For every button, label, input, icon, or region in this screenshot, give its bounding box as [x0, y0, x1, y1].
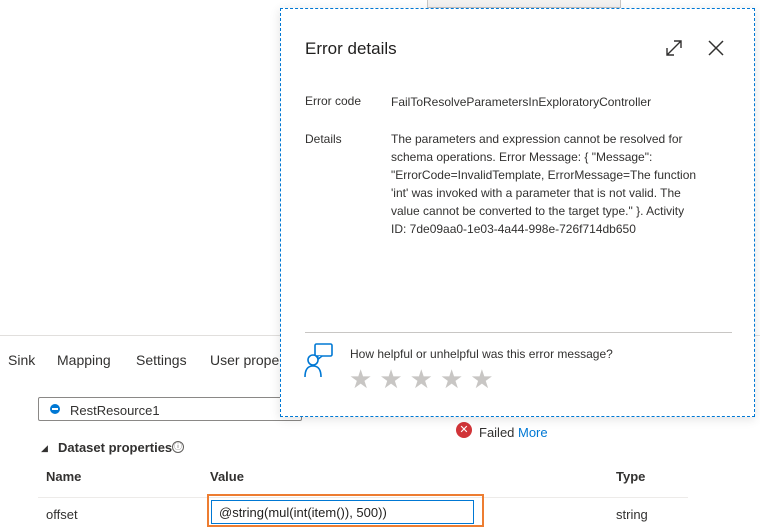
star-2-icon[interactable]: ★ [379, 365, 402, 395]
details-line: 'int' was invoked with a parameter that … [391, 186, 681, 200]
star-1-icon[interactable]: ★ [349, 365, 372, 395]
collapse-caret-icon[interactable]: ◢ [41, 443, 48, 454]
star-5-icon[interactable]: ★ [470, 365, 493, 395]
column-header-name: Name [46, 469, 82, 484]
dataset-select[interactable]: RestResource1 [38, 397, 302, 421]
star-rating: ★ ★ ★ ★ ★ [349, 365, 494, 395]
details-label: Details [305, 132, 342, 146]
feedback-person-icon [304, 342, 334, 378]
status-more-link[interactable]: More [518, 425, 548, 440]
tab-settings[interactable]: Settings [136, 352, 187, 368]
details-line: ID: 7de09aa0-1e03-4a44-998e-726f714db650 [391, 222, 636, 236]
info-icon[interactable]: ⓘ [172, 441, 184, 453]
property-type: string [616, 507, 648, 522]
tab-mapping[interactable]: Mapping [57, 352, 111, 368]
dialog-divider [305, 332, 732, 333]
dataset-icon [50, 404, 60, 414]
tab-user-properties[interactable]: User prope [210, 352, 279, 368]
error-code-label: Error code [305, 94, 362, 108]
dialog-title: Error details [305, 39, 397, 58]
expand-icon[interactable] [663, 37, 685, 59]
star-3-icon[interactable]: ★ [410, 365, 433, 395]
details-text: The parameters and expression cannot be … [391, 130, 726, 238]
error-code-value: FailToResolveParametersInExploratoryCont… [391, 95, 652, 109]
feedback-question: How helpful or unhelpful was this error … [350, 347, 613, 361]
tab-sink[interactable]: Sink [8, 352, 35, 368]
section-title[interactable]: Dataset properties [58, 440, 172, 455]
details-line: schema operations. Error Message: { "Mes… [391, 150, 653, 164]
details-line: The parameters and expression cannot be … [391, 132, 683, 146]
dataset-selected-value: RestResource1 [70, 403, 160, 418]
close-icon[interactable] [705, 37, 727, 59]
status-text: Failed [479, 425, 515, 440]
toolbar-fragment [427, 0, 621, 8]
error-details-dialog: Error details Error code FailToResolvePa… [280, 8, 755, 417]
property-name: offset [46, 507, 78, 522]
error-circle-icon: ✕ [456, 422, 472, 438]
details-line: value cannot be converted to the target … [391, 204, 685, 218]
property-value-input[interactable]: @string(mul(int(item()), 500)) [211, 500, 474, 524]
column-header-type: Type [616, 469, 646, 484]
star-4-icon[interactable]: ★ [440, 365, 463, 395]
column-header-value: Value [210, 469, 244, 484]
details-line: "ErrorCode=InvalidTemplate, ErrorMessage… [391, 168, 697, 182]
